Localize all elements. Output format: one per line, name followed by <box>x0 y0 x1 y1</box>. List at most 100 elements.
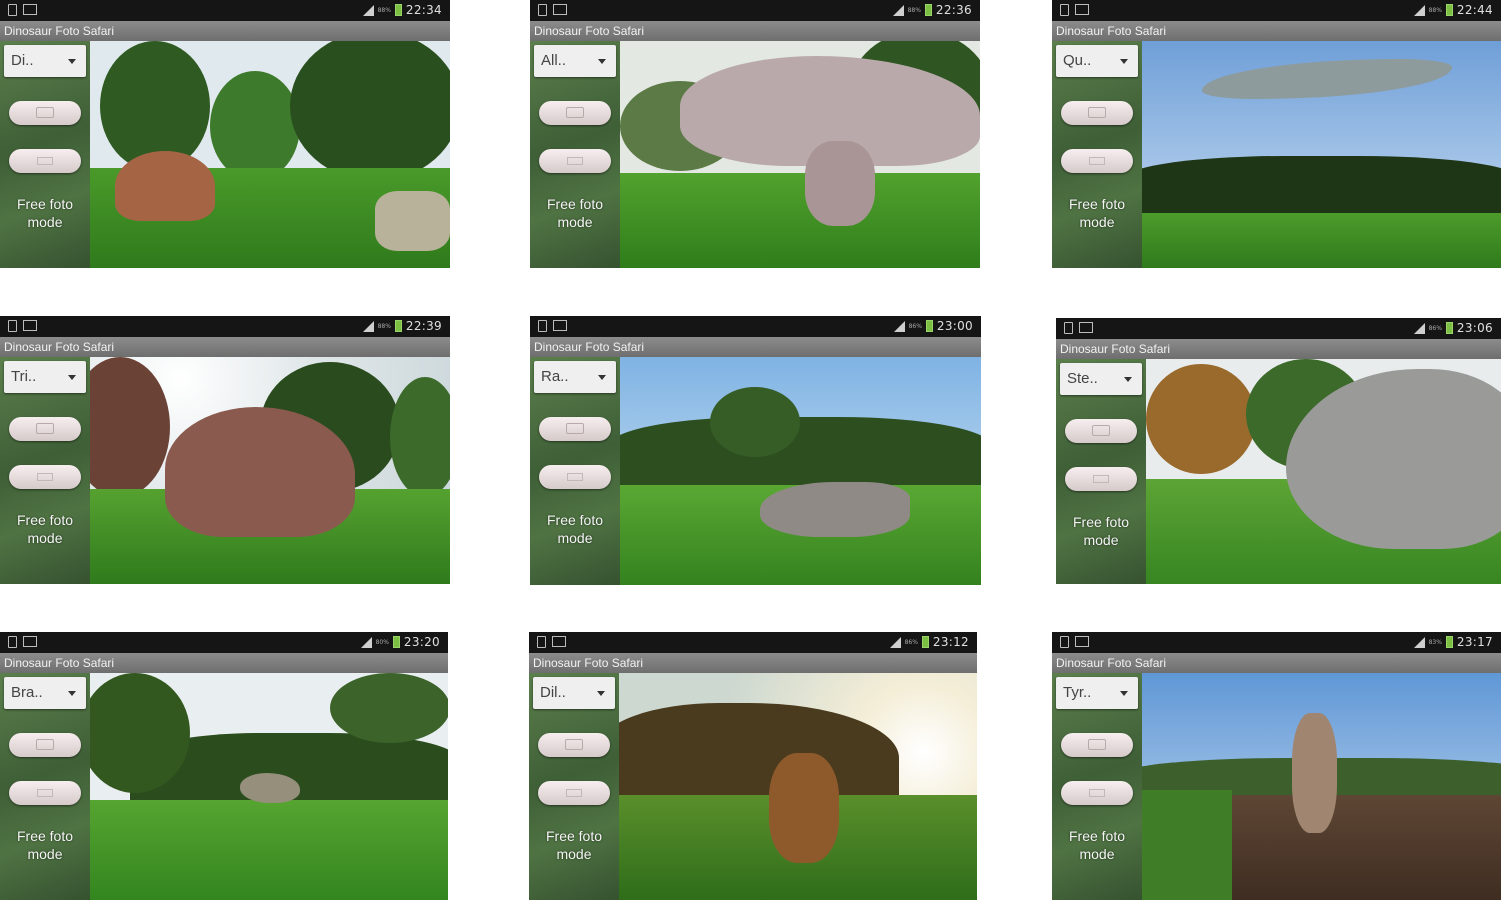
camera-button[interactable] <box>9 733 81 757</box>
camera-preview[interactable] <box>620 357 981 585</box>
dinosaur-select[interactable]: Tri.. <box>4 361 86 393</box>
camera-icon <box>36 107 54 118</box>
camera-preview[interactable] <box>90 673 448 900</box>
camera-preview[interactable] <box>90 357 450 584</box>
status-bar: 86% 23:06 <box>1056 318 1501 339</box>
free-foto-mode-line1: Free foto <box>1072 514 1130 530</box>
signal-icon <box>1413 4 1425 16</box>
camera-icon <box>36 423 54 434</box>
notification-icon <box>538 320 547 332</box>
signal-icon <box>362 4 374 16</box>
image-notification-icon <box>553 320 567 331</box>
battery-percent: 80% <box>375 638 389 646</box>
camera-preview[interactable] <box>1146 359 1501 584</box>
camera-preview[interactable] <box>90 41 450 268</box>
free-foto-mode-button[interactable]: Free foto mode <box>0 195 90 231</box>
gallery-icon <box>37 157 53 165</box>
camera-preview[interactable] <box>1142 673 1501 900</box>
app-title: Dinosaur Foto Safari <box>529 653 977 673</box>
dinosaur-select[interactable]: Bra.. <box>4 677 86 709</box>
free-foto-mode-button[interactable]: Free foto mode <box>1056 513 1146 549</box>
dinosaur-select[interactable]: Dil.. <box>533 677 615 709</box>
camera-button[interactable] <box>9 417 81 441</box>
dinosaur-select[interactable]: Tyr.. <box>1056 677 1138 709</box>
chevron-down-icon <box>598 59 606 64</box>
chevron-down-icon <box>597 691 605 696</box>
battery-icon <box>1445 322 1453 334</box>
camera-button[interactable] <box>1065 419 1137 443</box>
gallery-button[interactable] <box>9 149 81 173</box>
control-panel: All.. Free foto mode <box>530 41 620 268</box>
camera-preview[interactable] <box>619 673 977 900</box>
free-foto-mode-button[interactable]: Free foto mode <box>1052 827 1142 863</box>
status-bar: 80% 23:20 <box>0 632 448 653</box>
gallery-icon <box>1093 475 1109 483</box>
camera-button[interactable] <box>9 101 81 125</box>
dinosaur-select[interactable]: Di.. <box>4 45 86 77</box>
dinosaur-select-value: Ste.. <box>1067 370 1098 387</box>
control-panel: Dil.. Free foto mode <box>529 673 619 900</box>
status-bar: 88% 22:34 <box>0 0 450 21</box>
battery-percent: 88% <box>907 6 921 14</box>
clock: 22:39 <box>405 319 442 333</box>
control-panel: Tri.. Free foto mode <box>0 357 90 584</box>
free-foto-mode-button[interactable]: Free foto mode <box>529 827 619 863</box>
free-foto-mode-line1: Free foto <box>1068 828 1126 844</box>
treeline <box>620 417 981 487</box>
free-foto-mode-button[interactable]: Free foto mode <box>1052 195 1142 231</box>
dinosaur-select-value: Dil.. <box>540 684 566 701</box>
free-foto-mode-button[interactable]: Free foto mode <box>0 827 90 863</box>
signal-icon <box>893 320 905 332</box>
chevron-down-icon <box>68 59 76 64</box>
dinosaur-select[interactable]: Ste.. <box>1060 363 1142 395</box>
gallery-button[interactable] <box>9 465 81 489</box>
free-foto-mode-button[interactable]: Free foto mode <box>530 195 620 231</box>
gallery-button[interactable] <box>1061 781 1133 805</box>
battery-icon <box>392 636 400 648</box>
camera-button[interactable] <box>1061 733 1133 757</box>
free-foto-mode-line2: mode <box>1083 532 1119 548</box>
free-foto-mode-button[interactable]: Free foto mode <box>0 511 90 547</box>
free-foto-mode-line1: Free foto <box>1068 196 1126 212</box>
gallery-button[interactable] <box>1065 467 1137 491</box>
dinosaur-select-value: Ra.. <box>541 368 569 385</box>
dinosaur-select[interactable]: Ra.. <box>534 361 616 393</box>
dinosaur-select-value: Di.. <box>11 52 34 69</box>
free-foto-mode-button[interactable]: Free foto mode <box>530 511 620 547</box>
dinosaur-select[interactable]: All.. <box>534 45 616 77</box>
screenshot-6: 86% 23:06 Dinosaur Foto Safari Ste.. Free… <box>1056 318 1501 584</box>
signal-icon <box>1413 322 1425 334</box>
grass <box>90 800 448 900</box>
tree <box>330 673 448 743</box>
camera-preview[interactable] <box>620 41 980 268</box>
image-notification-icon <box>1075 636 1089 647</box>
battery-icon <box>394 4 402 16</box>
gallery-button[interactable] <box>9 781 81 805</box>
gallery-button[interactable] <box>539 465 611 489</box>
gallery-button[interactable] <box>538 781 610 805</box>
image-notification-icon <box>1075 4 1089 15</box>
screenshot-7: 80% 23:20 Dinosaur Foto Safari Bra.. Free… <box>0 632 448 900</box>
image-notification-icon <box>552 636 566 647</box>
signal-icon <box>360 636 372 648</box>
tree <box>210 71 300 181</box>
camera-button[interactable] <box>539 417 611 441</box>
gallery-icon <box>567 473 583 481</box>
camera-preview[interactable] <box>1142 41 1501 268</box>
camera-button[interactable] <box>538 733 610 757</box>
dinosaur-select[interactable]: Qu.. <box>1056 45 1138 77</box>
gallery-button[interactable] <box>539 149 611 173</box>
free-foto-mode-line2: mode <box>27 214 63 230</box>
signal-icon <box>889 636 901 648</box>
notification-icon <box>8 636 17 648</box>
camera-button[interactable] <box>539 101 611 125</box>
gallery-icon <box>1089 789 1105 797</box>
camera-button[interactable] <box>1061 101 1133 125</box>
status-bar: 88% 22:44 <box>1052 0 1501 21</box>
battery-icon <box>394 320 402 332</box>
gallery-button[interactable] <box>1061 149 1133 173</box>
control-panel: Qu.. Free foto mode <box>1052 41 1142 268</box>
battery-percent: 86% <box>1428 324 1442 332</box>
app-title: Dinosaur Foto Safari <box>530 21 980 41</box>
notification-icon <box>537 636 546 648</box>
